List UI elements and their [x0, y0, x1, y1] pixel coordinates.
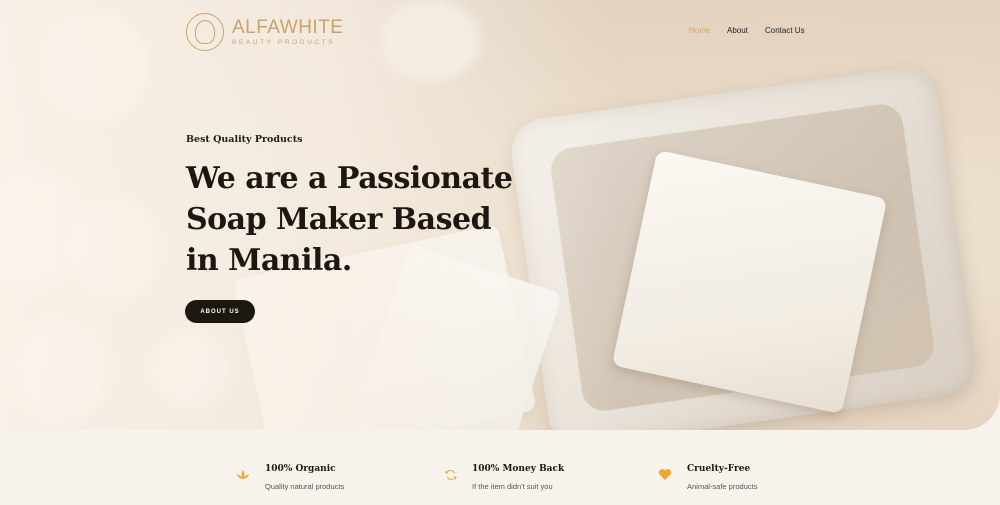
- refresh-icon: [443, 468, 459, 484]
- brand-tagline: BEAUTY PRODUCTS: [232, 38, 336, 46]
- lotus-icon: [235, 468, 251, 484]
- about-us-button[interactable]: ABOUT US: [185, 300, 255, 323]
- hero-eyebrow: Best Quality Products: [186, 134, 303, 145]
- feature-cruelty-free: Cruelty-Free Animal-safe products: [687, 464, 757, 491]
- feature-title: 100% Money Back: [472, 464, 565, 474]
- nav-home[interactable]: Home: [689, 26, 710, 35]
- nav-contact-us[interactable]: Contact Us: [765, 26, 805, 35]
- heart-icon: [657, 468, 673, 484]
- feature-organic: 100% Organic Quality natural products: [265, 464, 344, 491]
- feature-description: If the item didn't suit you: [472, 482, 553, 491]
- hero-headline: We are a Passionate Soap Maker Based in …: [186, 161, 513, 278]
- brand-logo[interactable]: ALFAWHITE BEAUTY PRODUCTS: [186, 13, 343, 51]
- feature-title: Cruelty-Free: [687, 464, 751, 474]
- feature-money-back: 100% Money Back If the item didn't suit …: [472, 464, 564, 491]
- feature-description: Quality natural products: [265, 482, 345, 491]
- feature-description: Animal-safe products: [687, 482, 758, 491]
- nav-about[interactable]: About: [727, 26, 748, 35]
- feature-title: 100% Organic: [265, 464, 336, 474]
- logo-emblem-icon: [186, 13, 224, 51]
- brand-name: ALFAWHITE: [232, 16, 344, 38]
- features-bar: 100% Organic Quality natural products 10…: [0, 430, 1000, 505]
